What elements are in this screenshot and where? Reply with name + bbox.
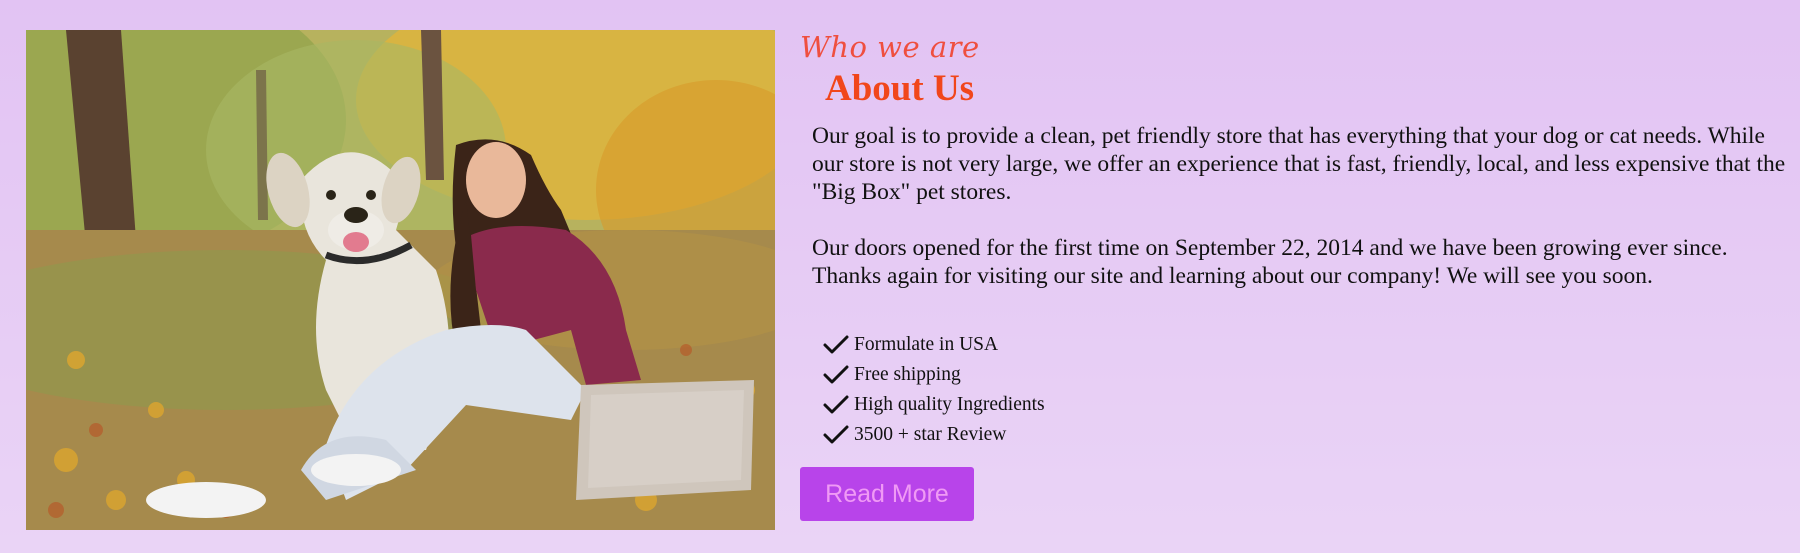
check-icon	[822, 334, 850, 356]
feature-label: Free shipping	[854, 364, 961, 385]
section-kicker: Who we are	[800, 30, 980, 64]
feature-item: Free shipping	[822, 360, 1045, 390]
feature-list: Formulate in USA Free shipping High qual…	[822, 330, 1045, 450]
about-paragraph-1: Our goal is to provide a clean, pet frie…	[812, 123, 1786, 205]
about-paragraph-2: Our doors opened for the first time on S…	[812, 235, 1728, 289]
check-icon	[822, 364, 850, 386]
feature-label: High quality Ingredients	[854, 394, 1045, 415]
feature-item: 3500 + star Review	[822, 420, 1045, 450]
about-section: Who we are About Us Our goal is to provi…	[0, 0, 1800, 553]
check-icon	[822, 394, 850, 416]
check-icon	[822, 424, 850, 446]
feature-label: Formulate in USA	[854, 334, 999, 355]
feature-item: High quality Ingredients	[822, 390, 1045, 420]
feature-label: 3500 + star Review	[854, 424, 1007, 445]
read-more-button[interactable]: Read More	[800, 467, 974, 521]
section-heading: About Us	[825, 68, 975, 109]
feature-item: Formulate in USA	[822, 330, 1045, 360]
hero-photo	[26, 30, 775, 530]
